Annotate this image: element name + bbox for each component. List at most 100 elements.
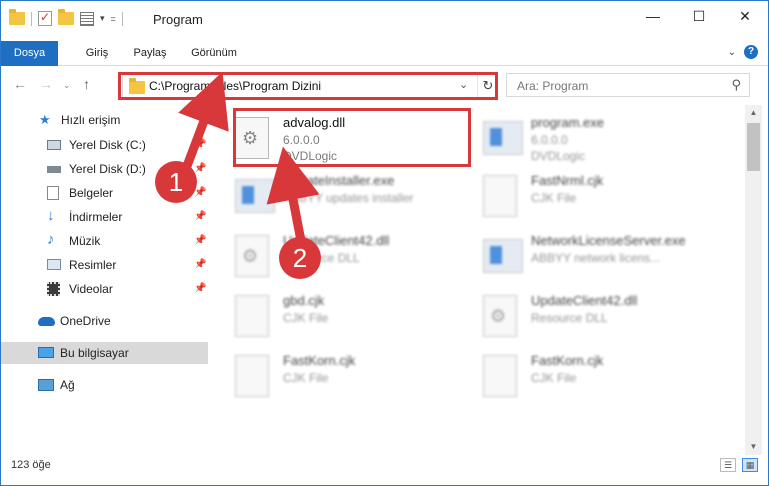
file-item[interactable]: FastKorn.cjk CJK File [213, 347, 453, 403]
tiles-view-icon[interactable]: ▦ [742, 458, 758, 472]
exe-icon [235, 179, 275, 213]
file-item[interactable]: program.exe 6.0.0.0 DVDLogic [461, 109, 701, 165]
file-icon [235, 355, 269, 397]
sidebar-item-onedrive[interactable]: OneDrive [1, 310, 208, 332]
up-arrow-icon[interactable]: ↑ [83, 76, 90, 92]
sidebar-item-label: Yerel Disk (C:) [69, 138, 146, 152]
new-folder-icon[interactable] [58, 9, 74, 25]
pin-icon[interactable]: 📌 [194, 283, 206, 294]
file-description: ABBYY updates installer [283, 191, 414, 205]
sidebar-item-label: Bu bilgisayar [60, 346, 129, 360]
sidebar-item-this-pc[interactable]: Bu bilgisayar [1, 342, 208, 364]
sidebar-item-network[interactable]: Ağ [1, 374, 208, 396]
exe-icon [483, 121, 523, 155]
tab-giris[interactable]: Giriş [77, 41, 117, 66]
ribbon-right: ⌄ ? [728, 45, 758, 59]
forward-arrow-icon[interactable]: → [39, 76, 53, 92]
sidebar-item-label: Yerel Disk (D:) [69, 162, 146, 176]
cloud-icon [38, 317, 55, 326]
back-arrow-icon[interactable]: ← [13, 76, 27, 92]
window-title: Program [153, 12, 203, 27]
sidebar-item-indirmeler[interactable]: ↓ İndirmeler 📌 [1, 206, 208, 228]
sidebar-item-label: İndirmeler [69, 210, 123, 224]
file-description: CJK File [283, 311, 329, 325]
download-arrow-icon: ↓ [47, 207, 55, 224]
qat-dropdown-icon[interactable]: ▾ [100, 13, 105, 24]
file-item[interactable]: gbd.cjk CJK File [213, 287, 453, 343]
sidebar-item-resimler[interactable]: Resimler 📌 [1, 254, 208, 276]
file-icon [483, 355, 517, 397]
navigation-pane: ★ Hızlı erişim Yerel Disk (C:) 📌 Yerel D… [1, 105, 211, 455]
sidebar-item-quick-access[interactable]: ★ Hızlı erişim [1, 109, 208, 131]
help-icon[interactable]: ? [744, 45, 758, 59]
file-item[interactable]: NetworkLicenseServer.exe ABBYY network l… [461, 227, 701, 283]
sidebar-item-label: Belgeler [69, 186, 114, 200]
item-count: 123 öğe [11, 459, 51, 471]
sidebar-item-videolar[interactable]: Videolar 📌 [1, 278, 208, 300]
search-icon: ⚲ [731, 77, 741, 92]
search-input[interactable]: Ara: Program [517, 79, 588, 93]
vertical-scrollbar[interactable]: ▲ ▼ [745, 105, 762, 455]
divider [121, 11, 123, 26]
callout-1: 1 [155, 161, 197, 203]
file-name: UpdateInstaller.exe [283, 173, 395, 188]
file-highlight-box [233, 108, 471, 167]
network-icon [38, 379, 54, 391]
view-buttons: ☰ ▦ [720, 458, 758, 472]
file-name: FastKorn.cjk [531, 353, 604, 368]
file-name: NetworkLicenseServer.exe [531, 233, 686, 248]
details-view-icon[interactable]: ☰ [720, 458, 736, 472]
file-item[interactable]: UpdateClient42.dll Resource DLL [213, 227, 453, 283]
file-item[interactable]: UpdateClient42.dll Resource DLL [461, 287, 701, 343]
tab-gorunum[interactable]: Görünüm [183, 41, 245, 66]
file-icon [483, 175, 517, 217]
properties-icon[interactable] [80, 11, 94, 26]
file-item[interactable]: FastNrml.cjk CJK File [461, 167, 701, 223]
pin-icon[interactable]: 📌 [194, 163, 206, 174]
customize-qat-icon[interactable]: = [111, 14, 116, 24]
sidebar-item-muzik[interactable]: ♪ Müzik 📌 [1, 230, 208, 252]
recent-chevron-icon[interactable]: ⌄ [63, 80, 71, 91]
properties-check-icon[interactable] [38, 10, 52, 26]
status-bar: 123 öğe ☰ ▦ [1, 457, 768, 485]
pin-icon[interactable]: 📌 [194, 211, 206, 222]
callout-2: 2 [279, 237, 321, 279]
window-controls: — ☐ ✕ [630, 1, 768, 31]
video-film-icon [47, 282, 60, 296]
search-box[interactable]: Ara: Program ⚲ [506, 73, 750, 97]
file-name: UpdateClient42.dll [531, 293, 638, 308]
file-name: FastKorn.cjk [283, 353, 356, 368]
computer-icon [38, 347, 54, 358]
file-item[interactable]: FastKorn.cjk CJK File [461, 347, 701, 403]
minimize-button[interactable]: — [630, 1, 676, 31]
explorer-window: ▾ = Program — ☐ ✕ Dosya Giriş Paylaş Gör… [0, 0, 769, 486]
drive-icon [47, 140, 61, 150]
file-company: DVDLogic [531, 149, 586, 163]
close-button[interactable]: ✕ [722, 1, 768, 31]
file-name: gbd.cjk [283, 293, 325, 308]
file-description: CJK File [531, 371, 577, 385]
chevron-down-icon[interactable]: ⌄ [728, 47, 736, 58]
folder-icon [9, 9, 25, 25]
quick-access-toolbar: ▾ = [9, 9, 123, 26]
file-icon [235, 295, 269, 337]
dll-icon [483, 295, 517, 337]
scroll-thumb[interactable] [747, 123, 760, 171]
scroll-up-icon[interactable]: ▲ [745, 105, 762, 121]
exe-icon [483, 239, 523, 273]
document-icon [47, 186, 59, 200]
pin-icon[interactable]: 📌 [194, 139, 206, 150]
pin-icon[interactable]: 📌 [194, 235, 206, 246]
sidebar-item-label: Hızlı erişim [61, 113, 121, 127]
file-item[interactable]: UpdateInstaller.exe ABBYY updates instal… [213, 167, 453, 223]
tab-dosya[interactable]: Dosya [1, 41, 58, 66]
title-bar: ▾ = Program — ☐ ✕ [1, 1, 768, 39]
scroll-down-icon[interactable]: ▼ [745, 439, 762, 455]
file-description: CJK File [283, 371, 329, 385]
pin-icon[interactable]: 📌 [194, 259, 206, 270]
maximize-button[interactable]: ☐ [676, 1, 722, 31]
sidebar-item-label: Ağ [60, 378, 75, 392]
file-name: FastNrml.cjk [531, 173, 604, 188]
tab-paylas[interactable]: Paylaş [125, 41, 175, 66]
sidebar-item-disk-c[interactable]: Yerel Disk (C:) 📌 [1, 134, 208, 156]
